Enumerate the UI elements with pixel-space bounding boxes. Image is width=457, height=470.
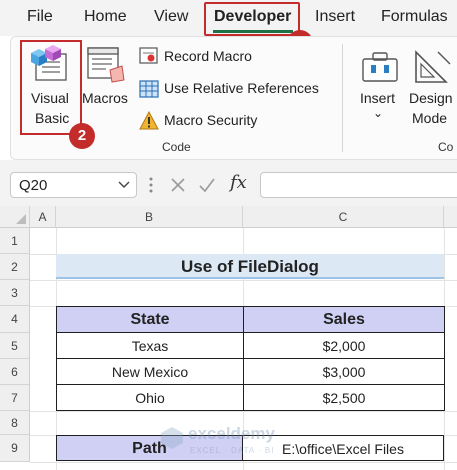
tab-home[interactable]: Home (84, 8, 127, 26)
use-relative-references-label: Use Relative References (164, 80, 319, 96)
header-sales[interactable]: Sales (243, 306, 445, 333)
design-mode-label-2: Mode (412, 110, 448, 126)
gridline (30, 411, 457, 412)
sales-table: State Sales Texas $2,000 New Mexico $3,0… (56, 306, 445, 411)
toolbox-icon (362, 52, 398, 82)
row-header-7[interactable]: 7 (0, 385, 30, 411)
row-header-6[interactable]: 6 (0, 359, 30, 385)
cell-sales[interactable]: $3,000 (243, 358, 445, 385)
formula-bar: Q20 fx (0, 160, 457, 210)
formula-input[interactable] (260, 172, 457, 198)
path-value-cell[interactable]: E:\office\Excel Files (242, 435, 444, 461)
relative-references-icon (139, 80, 159, 98)
row-header-9[interactable]: 9 (0, 435, 30, 462)
cell-state[interactable]: Texas (56, 332, 244, 359)
row-header-2[interactable]: 2 (0, 254, 30, 280)
cancel-icon[interactable] (170, 177, 186, 193)
record-macro-label: Record Macro (164, 48, 252, 64)
row-header-8[interactable]: 8 (0, 411, 30, 435)
macros-icon (87, 47, 125, 83)
table-row: Texas $2,000 (56, 332, 445, 359)
header-state[interactable]: State (56, 306, 244, 333)
row-header-4[interactable]: 4 (0, 306, 30, 333)
developer-highlight-box (204, 2, 300, 36)
code-group-label: Code (162, 140, 191, 154)
row-header-3[interactable]: 3 (0, 280, 30, 306)
column-header-a[interactable]: A (30, 206, 56, 228)
row-header-1[interactable]: 1 (0, 228, 30, 254)
tab-view[interactable]: View (154, 8, 188, 26)
select-all-icon (16, 214, 26, 224)
tab-insert[interactable]: Insert (315, 8, 355, 26)
sheet-title-cell[interactable]: Use of FileDialog (56, 254, 444, 279)
ribbon-separator (342, 44, 343, 152)
select-all-corner[interactable] (0, 206, 30, 228)
name-box[interactable]: Q20 (10, 172, 137, 198)
enter-check-icon[interactable] (198, 177, 216, 193)
visual-basic-highlight-box (20, 40, 82, 135)
step-badge-2: 2 (69, 123, 95, 149)
insert-function-icon[interactable]: fx (230, 172, 247, 193)
path-label-cell[interactable]: Path (56, 435, 243, 461)
column-header-d-partial[interactable] (444, 206, 457, 228)
column-header-b[interactable]: B (56, 206, 243, 228)
name-box-value: Q20 (19, 177, 48, 194)
macro-security-label: Macro Security (164, 112, 258, 128)
macros-label: Macros (82, 90, 128, 106)
insert-label: Insert (360, 90, 396, 106)
gridline (30, 280, 457, 281)
chevron-down-icon: ⌄ (373, 106, 384, 120)
table-header-row: State Sales (56, 306, 445, 333)
row-header-5[interactable]: 5 (0, 333, 30, 359)
design-mode-icon (415, 50, 451, 83)
design-mode-label-1: Design (409, 90, 453, 106)
cell-sales[interactable]: $2,000 (243, 332, 445, 359)
table-row: New Mexico $3,000 (56, 358, 445, 385)
controls-group-label: Co (438, 140, 454, 154)
column-header-c[interactable]: C (243, 206, 444, 228)
cell-state[interactable]: Ohio (56, 384, 244, 411)
cell-sales[interactable]: $2,500 (243, 384, 445, 411)
more-options-icon[interactable] (149, 176, 153, 194)
record-macro-icon (139, 47, 158, 64)
warning-icon (139, 111, 159, 130)
tab-formulas[interactable]: Formulas (381, 8, 448, 26)
gridline (30, 462, 457, 463)
table-row: Ohio $2,500 (56, 384, 445, 411)
cell-state[interactable]: New Mexico (56, 358, 244, 385)
tab-file[interactable]: File (27, 8, 53, 26)
chevron-down-icon[interactable] (118, 181, 130, 189)
